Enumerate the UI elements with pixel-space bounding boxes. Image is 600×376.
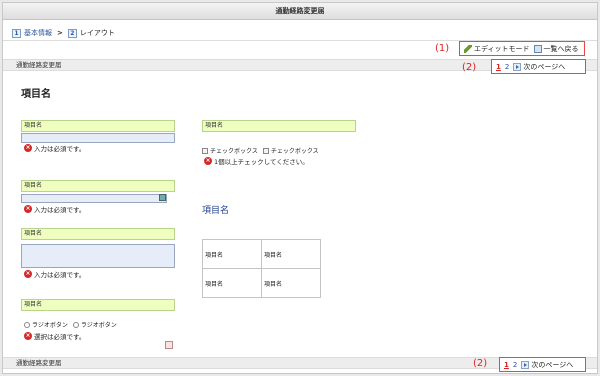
table-cell: 項目名 <box>261 239 321 269</box>
back-to-list-label: 一覧へ戻る <box>543 44 579 53</box>
error-text-3: 入力は必須です。 <box>34 271 86 279</box>
table-cell: 項目名 <box>202 239 262 269</box>
page-2-link[interactable]: 2 <box>505 63 509 71</box>
annotation-2-top: (2) <box>462 62 477 73</box>
page-2-link-bottom[interactable]: 2 <box>513 361 517 369</box>
clear-icon[interactable] <box>165 341 173 349</box>
error-message-5: × 1個以上チェックしてください。 <box>204 156 309 166</box>
toolbar: エディットモード 一覧へ戻る <box>459 41 585 56</box>
breadcrumb: 1 基本情報 > 2 レイアウト <box>12 27 115 39</box>
table-row: 項目名 項目名 <box>202 239 321 269</box>
window-title: 通勤経路変更届 <box>3 3 597 20</box>
table-row: 項目名 項目名 <box>202 268 321 298</box>
radio-label-1: ラジオボタン <box>32 322 68 329</box>
annotation-1: (1) <box>435 43 450 54</box>
checkbox-group: チェックボックス チェックボックス <box>202 146 319 155</box>
pager-bottom: 1 2 次のページへ <box>499 357 586 372</box>
table-cell: 項目名 <box>202 268 262 298</box>
error-icon: × <box>24 332 32 340</box>
error-message-1: × 入力は必須です。 <box>24 143 85 153</box>
field-label-4: 項目名 <box>21 299 175 311</box>
radio-option-1[interactable] <box>24 321 30 328</box>
section-heading-right: 項目名 <box>202 206 230 216</box>
breadcrumb-separator: > <box>57 29 63 37</box>
field-label-1: 項目名 <box>21 120 175 132</box>
error-text-5: 1個以上チェックしてください。 <box>214 158 309 166</box>
table-cell: 項目名 <box>261 268 321 298</box>
page-1-link[interactable]: 1 <box>496 63 501 71</box>
next-page-label-bottom: 次のページへ <box>531 360 574 369</box>
form-heading: 項目名 <box>21 89 51 100</box>
back-to-list-link[interactable]: 一覧へ戻る <box>533 44 579 54</box>
next-arrow-icon <box>521 360 530 369</box>
edit-mode-label: エディットモード <box>474 44 530 53</box>
checkbox-2[interactable] <box>262 147 269 154</box>
error-message-4: × 選択は必須です。 <box>24 331 85 341</box>
radio-group: ラジオボタン ラジオボタン <box>24 320 117 329</box>
error-message-3: × 入力は必須です。 <box>24 269 85 279</box>
radio-label-2: ラジオボタン <box>80 322 117 329</box>
calendar-icon[interactable] <box>159 194 166 201</box>
textarea-input[interactable] <box>21 244 175 268</box>
field-label-5: 項目名 <box>202 120 356 132</box>
app-window: 通勤経路変更届 1 基本情報 > 2 レイアウト (1) エディットモード 一覧… <box>2 2 598 374</box>
checkbox-label-2: チェックボックス <box>270 148 319 155</box>
error-message-2: × 入力は必須です。 <box>24 204 85 214</box>
checkbox-1[interactable] <box>202 147 208 154</box>
breadcrumb-basic-info[interactable]: 基本情報 <box>24 28 52 38</box>
field-label-2: 項目名 <box>21 180 175 192</box>
error-icon: × <box>24 270 32 278</box>
step-2-number: 2 <box>67 28 77 38</box>
date-input[interactable] <box>21 194 167 203</box>
pencil-icon <box>464 44 472 53</box>
item-table: 項目名 項目名 項目名 項目名 <box>202 239 321 298</box>
error-text-1: 入力は必須です。 <box>34 145 86 153</box>
error-icon: × <box>24 144 32 152</box>
text-input-1[interactable] <box>21 133 175 143</box>
next-page-link-bottom[interactable]: 次のページへ <box>521 360 573 370</box>
step-1-number: 1 <box>12 28 21 38</box>
field-label-3: 項目名 <box>21 228 175 240</box>
next-page-link[interactable]: 次のページへ <box>513 62 565 72</box>
breadcrumb-layout: レイアウト <box>79 29 115 37</box>
edit-mode-link[interactable]: エディットモード <box>464 44 530 54</box>
error-icon: × <box>204 157 212 165</box>
radio-option-2[interactable] <box>72 321 79 328</box>
pager-top: 1 2 次のページへ <box>491 59 586 74</box>
checkbox-label-1: チェックボックス <box>210 148 258 155</box>
error-text-2: 入力は必須です。 <box>34 206 86 214</box>
next-page-label: 次のページへ <box>523 62 566 71</box>
page-1-link-bottom[interactable]: 1 <box>504 361 509 369</box>
next-arrow-icon <box>513 62 522 71</box>
annotation-2-bottom: (2) <box>473 358 488 369</box>
error-text-4: 選択は必須です。 <box>34 333 86 341</box>
error-icon: × <box>24 205 32 213</box>
list-icon <box>533 44 542 53</box>
